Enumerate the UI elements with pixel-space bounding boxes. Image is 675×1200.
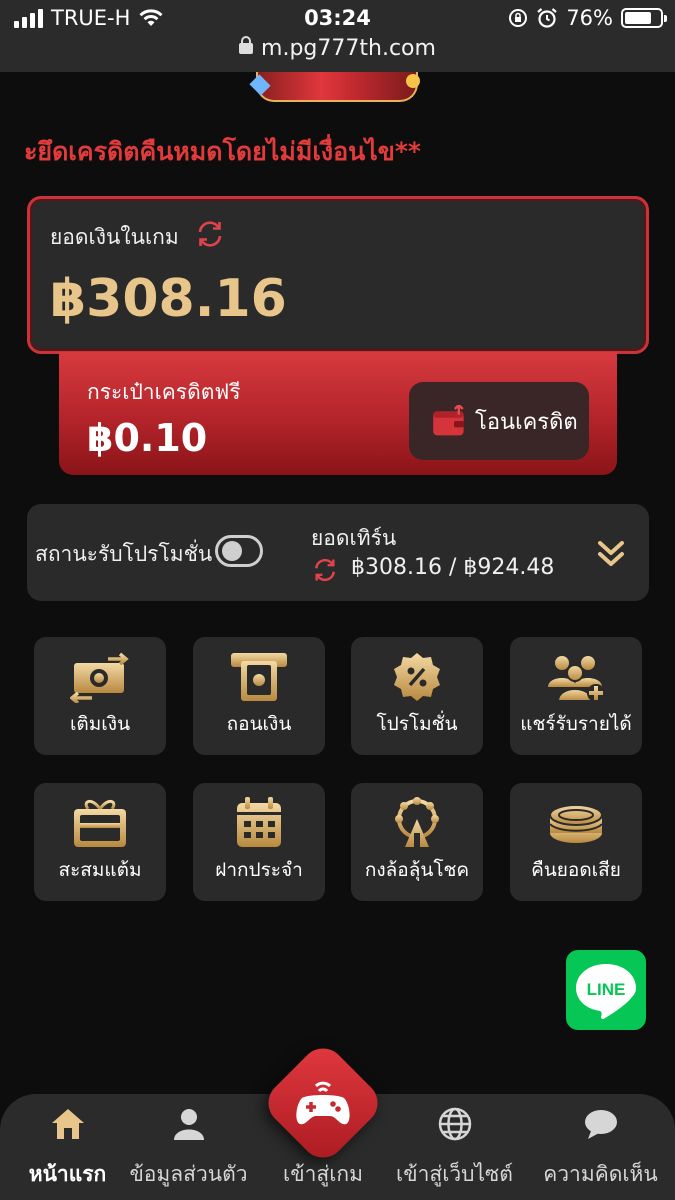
orientation-lock-icon bbox=[509, 9, 528, 27]
withdraw-icon bbox=[231, 653, 287, 701]
menu-label: ฝากประจำ bbox=[215, 859, 303, 881]
chat-bubble-icon bbox=[584, 1110, 617, 1139]
menu-cashback[interactable]: คืนยอดเสีย bbox=[510, 783, 642, 901]
nav-website-label: เข้าสู่เว็บไซต์ bbox=[396, 1162, 513, 1186]
nav-feedback-label: ความคิดเห็น bbox=[543, 1162, 658, 1186]
ferris-wheel-icon bbox=[395, 797, 439, 847]
nav-website[interactable]: เข้าสู่เว็บไซต์ bbox=[387, 1094, 522, 1200]
user-icon bbox=[173, 1109, 204, 1140]
lock-icon bbox=[239, 36, 254, 54]
menu-collect-points[interactable]: สะสมแต้ม bbox=[34, 783, 166, 901]
menu-label: โปรโมชั่น bbox=[376, 713, 458, 735]
nav-feedback[interactable]: ความคิดเห็น bbox=[533, 1094, 668, 1200]
gamepad-icon bbox=[296, 1081, 350, 1125]
nav-profile-label: ข้อมูลส่วนตัว bbox=[129, 1162, 248, 1186]
menu-fixed-deposit[interactable]: ฝากประจำ bbox=[193, 783, 325, 901]
menu-label: เติมเงิน bbox=[69, 713, 131, 735]
line-chat-button[interactable]: LINE bbox=[566, 950, 646, 1030]
gift-icon bbox=[74, 800, 126, 847]
url-text: m.pg777th.com bbox=[261, 36, 436, 61]
alarm-icon bbox=[537, 8, 558, 28]
balance-amount: ฿308.16 bbox=[50, 269, 287, 329]
chevron-double-down-icon[interactable] bbox=[593, 536, 629, 572]
free-credit-wallet: กระเป๋าเครดิตฟรี ฿0.10 โอนเครดิต bbox=[59, 352, 617, 475]
status-bar: TRUE-H 03:24 76% m.pg777th.com bbox=[0, 0, 675, 72]
nav-game-label: เข้าสู่เกม bbox=[283, 1162, 363, 1186]
deposit-icon bbox=[70, 652, 129, 703]
coin-decoration bbox=[406, 74, 420, 88]
promotion-icon bbox=[394, 653, 440, 701]
menu-label: คืนยอดเสีย bbox=[531, 859, 621, 881]
line-text: LINE bbox=[587, 980, 626, 999]
home-icon bbox=[51, 1109, 84, 1139]
menu-label: สะสมแต้ม bbox=[58, 859, 142, 881]
wallet-amount: ฿0.10 bbox=[87, 416, 208, 460]
turnover-refresh-icon[interactable] bbox=[311, 556, 339, 584]
toggle-knob bbox=[222, 541, 242, 561]
menu-share-income[interactable]: แชร์รับรายได้ bbox=[510, 637, 642, 755]
refresh-icon[interactable] bbox=[194, 218, 226, 250]
battery-percent: 76% bbox=[566, 6, 613, 30]
line-icon: LINE bbox=[576, 964, 636, 1020]
game-balance-card: ยอดเงินในเกม ฿308.16 bbox=[27, 196, 649, 354]
globe-icon bbox=[438, 1107, 471, 1141]
menu-label: ถอนเงิน bbox=[226, 713, 292, 735]
menu-label: กงล้อลุ้นโชค bbox=[364, 859, 470, 881]
menu-label: แชร์รับรายได้ bbox=[520, 713, 632, 735]
promotion-toggle[interactable] bbox=[215, 535, 263, 567]
promotion-status-label: สถานะรับโปรโมชั่น bbox=[35, 542, 213, 566]
wallet-transfer-icon bbox=[433, 405, 464, 436]
menu-deposit[interactable]: เติมเงิน bbox=[34, 637, 166, 755]
menu-lucky-wheel[interactable]: กงล้อลุ้นโชค bbox=[351, 783, 483, 901]
announcement-marquee: ะยึดเครดิตคืนหมดโดยไม่มีเงื่อนไข** bbox=[24, 137, 421, 166]
address-bar[interactable]: m.pg777th.com bbox=[0, 36, 675, 61]
site-logo[interactable] bbox=[249, 72, 420, 102]
nav-profile[interactable]: ข้อมูลส่วนตัว bbox=[121, 1094, 256, 1200]
turnover-value: ฿308.16 / ฿924.48 bbox=[351, 555, 555, 580]
battery-icon bbox=[621, 8, 667, 28]
share-income-icon bbox=[548, 656, 605, 702]
enter-game-button[interactable] bbox=[259, 1039, 387, 1167]
transfer-credit-button[interactable]: โอนเครดิต bbox=[409, 382, 589, 460]
coins-icon bbox=[549, 804, 603, 843]
promotion-status-panel: สถานะรับโปรโมชั่น ยอดเทิร์น ฿308.16 / ฿9… bbox=[27, 504, 649, 601]
gem-decoration bbox=[249, 74, 271, 96]
transfer-credit-label: โอนเครดิต bbox=[475, 409, 578, 435]
menu-promotion[interactable]: โปรโมชั่น bbox=[351, 637, 483, 755]
calendar-icon bbox=[237, 797, 281, 847]
turnover-label: ยอดเทิร์น bbox=[311, 526, 397, 550]
menu-withdraw[interactable]: ถอนเงิน bbox=[193, 637, 325, 755]
wallet-label: กระเป๋าเครดิตฟรี bbox=[87, 380, 241, 404]
balance-label: ยอดเงินในเกม bbox=[50, 225, 179, 249]
